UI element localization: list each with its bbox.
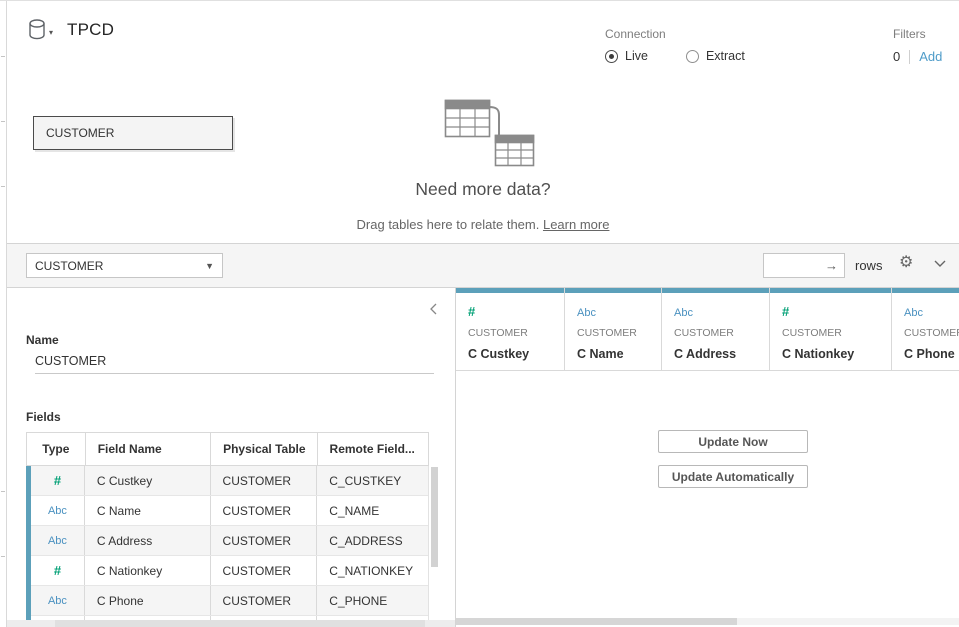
scrollbar-thumb[interactable] xyxy=(456,618,737,625)
number-type-icon: # xyxy=(468,304,475,319)
name-label: Name xyxy=(26,333,59,347)
learn-more-link[interactable]: Learn more xyxy=(543,217,609,232)
radio-live-icon[interactable] xyxy=(605,50,618,63)
metadata-panel: Name CUSTOMER Fields Type Field Name Phy… xyxy=(7,288,456,627)
data-grid-header: # CUSTOMER C Custkey Abc CUSTOMER C Name… xyxy=(456,288,959,371)
string-type-icon: Abc xyxy=(48,595,67,607)
arrow-right-icon[interactable]: → xyxy=(825,258,838,273)
grid-column-c-phone[interactable]: Abc CUSTOMER C Phone xyxy=(892,288,959,370)
col-header-type[interactable]: Type xyxy=(27,433,86,465)
data-preview-grid: # CUSTOMER C Custkey Abc CUSTOMER C Name… xyxy=(456,288,959,627)
left-rail[interactable] xyxy=(0,1,7,627)
table-details-toolbar: CUSTOMER ▼ → rows ⚙ xyxy=(7,243,959,288)
update-now-button[interactable]: Update Now xyxy=(658,430,808,453)
grid-column-c-name[interactable]: Abc CUSTOMER C Name xyxy=(565,288,662,370)
filters-section: Filters 0 Add xyxy=(893,27,942,64)
chevron-down-icon: ▼ xyxy=(205,261,214,271)
string-type-icon: Abc xyxy=(577,307,596,319)
col-header-physical-table[interactable]: Physical Table xyxy=(211,433,317,465)
name-field[interactable]: CUSTOMER xyxy=(35,354,434,374)
radio-extract-icon[interactable] xyxy=(686,50,699,63)
table-row[interactable]: Abc C Phone CUSTOMER C_PHONE xyxy=(31,586,428,616)
fields-table: Type Field Name Physical Table Remote Fi… xyxy=(26,432,429,620)
rail-tick xyxy=(1,56,5,57)
grid-column-c-custkey[interactable]: # CUSTOMER C Custkey xyxy=(456,288,565,370)
rail-tick xyxy=(1,491,5,492)
col-header-field-name[interactable]: Field Name xyxy=(86,433,211,465)
number-type-icon: # xyxy=(54,563,61,578)
number-type-icon: # xyxy=(54,473,61,488)
update-automatically-button[interactable]: Update Automatically xyxy=(658,465,808,488)
canvas-table-customer[interactable]: CUSTOMER xyxy=(33,116,233,150)
table-row[interactable]: # C Custkey CUSTOMER C_CUSTKEY xyxy=(31,466,428,496)
fields-label: Fields xyxy=(26,410,61,424)
col-header-remote-field[interactable]: Remote Field... xyxy=(318,433,428,465)
row-limit-box: → xyxy=(763,253,845,278)
table-selector-dropdown[interactable]: CUSTOMER ▼ xyxy=(26,253,223,278)
table-row[interactable]: # C Nationkey CUSTOMER C_NATIONKEY xyxy=(31,556,428,586)
string-type-icon: Abc xyxy=(904,307,923,319)
string-type-icon: Abc xyxy=(48,535,67,547)
row-limit-input[interactable] xyxy=(764,254,822,277)
connection-label: Connection xyxy=(605,27,783,41)
fields-table-header: Type Field Name Physical Table Remote Fi… xyxy=(26,432,429,466)
filters-count: 0 xyxy=(893,49,900,64)
table-row[interactable]: Abc C Address CUSTOMER C_ADDRESS xyxy=(31,526,428,556)
database-icon[interactable] xyxy=(28,19,46,40)
grid-column-c-nationkey[interactable]: # CUSTOMER C Nationkey xyxy=(770,288,892,370)
filters-add-link[interactable]: Add xyxy=(919,49,942,64)
relationship-canvas: ▾ TPCD Connection Live Extract Filters 0… xyxy=(7,1,959,243)
datasource-title: TPCD xyxy=(67,20,114,40)
number-type-icon: # xyxy=(782,304,789,319)
divider xyxy=(909,50,910,64)
vertical-scrollbar[interactable] xyxy=(431,467,438,616)
grid-column-c-address[interactable]: Abc CUSTOMER C Address xyxy=(662,288,770,370)
rail-tick xyxy=(1,121,5,122)
collapse-left-panel-icon[interactable] xyxy=(430,303,437,315)
string-type-icon: Abc xyxy=(674,307,693,319)
string-type-icon: Abc xyxy=(48,505,67,517)
rows-label: rows xyxy=(855,258,882,273)
scrollbar-thumb[interactable] xyxy=(431,467,438,567)
empty-state-hint: Drag tables here to relate them. Learn m… xyxy=(7,217,959,232)
collapse-pane-chevron-icon[interactable] xyxy=(934,260,946,267)
radio-extract[interactable]: Extract xyxy=(686,49,745,63)
horizontal-scrollbar[interactable] xyxy=(456,618,959,625)
radio-live[interactable]: Live xyxy=(605,49,648,63)
gear-icon[interactable]: ⚙ xyxy=(899,252,913,272)
database-dropdown-caret-icon[interactable]: ▾ xyxy=(49,28,53,37)
fields-table-body: # C Custkey CUSTOMER C_CUSTKEY Abc C Nam… xyxy=(26,466,429,620)
connection-section: Connection Live Extract xyxy=(605,27,783,63)
rail-tick xyxy=(1,556,5,557)
empty-state-title: Need more data? xyxy=(7,179,959,200)
table-row[interactable]: Abc C Name CUSTOMER C_NAME xyxy=(31,496,428,526)
datasource-header: ▾ TPCD xyxy=(28,19,114,40)
tables-relation-icon xyxy=(443,94,535,168)
filters-label: Filters xyxy=(893,27,942,41)
rail-tick xyxy=(1,186,5,187)
